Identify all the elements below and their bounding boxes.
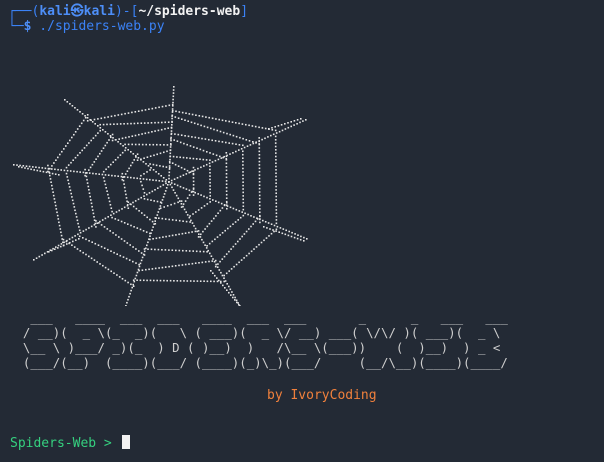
prompt-corner-top: ┌──( [8, 4, 40, 19]
text-cursor [121, 435, 130, 449]
prompt-at-symbol: ㉿ [70, 4, 84, 19]
prompt-end: ] [240, 4, 249, 19]
prompt-mid: )-[ [114, 4, 139, 19]
ascii-title-line: ___ ____ ___ ___ ____ ___ ___ _ _ ___ __… [8, 310, 531, 325]
prompt-host: kali [83, 4, 115, 19]
author-byline: by IvoryCoding [267, 388, 377, 403]
ascii-title-line: (___/(__) (____)(___/ (____)(_)\_)(___/ … [8, 355, 523, 370]
terminal-window[interactable]: ┌──(kali㉿kali)-[~/spiders-web] └─$ ./spi… [0, 0, 604, 462]
prompt-command-line: └─$ ./spiders-web.py [8, 19, 165, 34]
prompt-user: kali [39, 4, 71, 19]
spiders-web-ascii-title: ___ ____ ___ ___ ____ ___ ___ _ _ ___ __… [8, 310, 530, 370]
executed-command: ./spiders-web.py [31, 19, 165, 34]
tool-prompt-label: Spiders-Web > [10, 436, 120, 451]
prompt-header: ┌──(kali㉿kali)-[~/spiders-web] [8, 4, 248, 19]
prompt-path: ~/spiders-web [138, 4, 241, 19]
tool-input-line[interactable]: Spiders-Web > [10, 435, 130, 451]
ascii-title-line: \__ \ )___/ _)(_ ) D ( )__) ) /\__ \(___… [8, 340, 516, 355]
spider-web-ascii-art [13, 86, 308, 306]
ascii-title-line: / __)( _ \(_ _)( \ ( ___)( _ \/ __) ___(… [8, 325, 516, 340]
prompt-corner-bottom: └─ [8, 19, 24, 34]
